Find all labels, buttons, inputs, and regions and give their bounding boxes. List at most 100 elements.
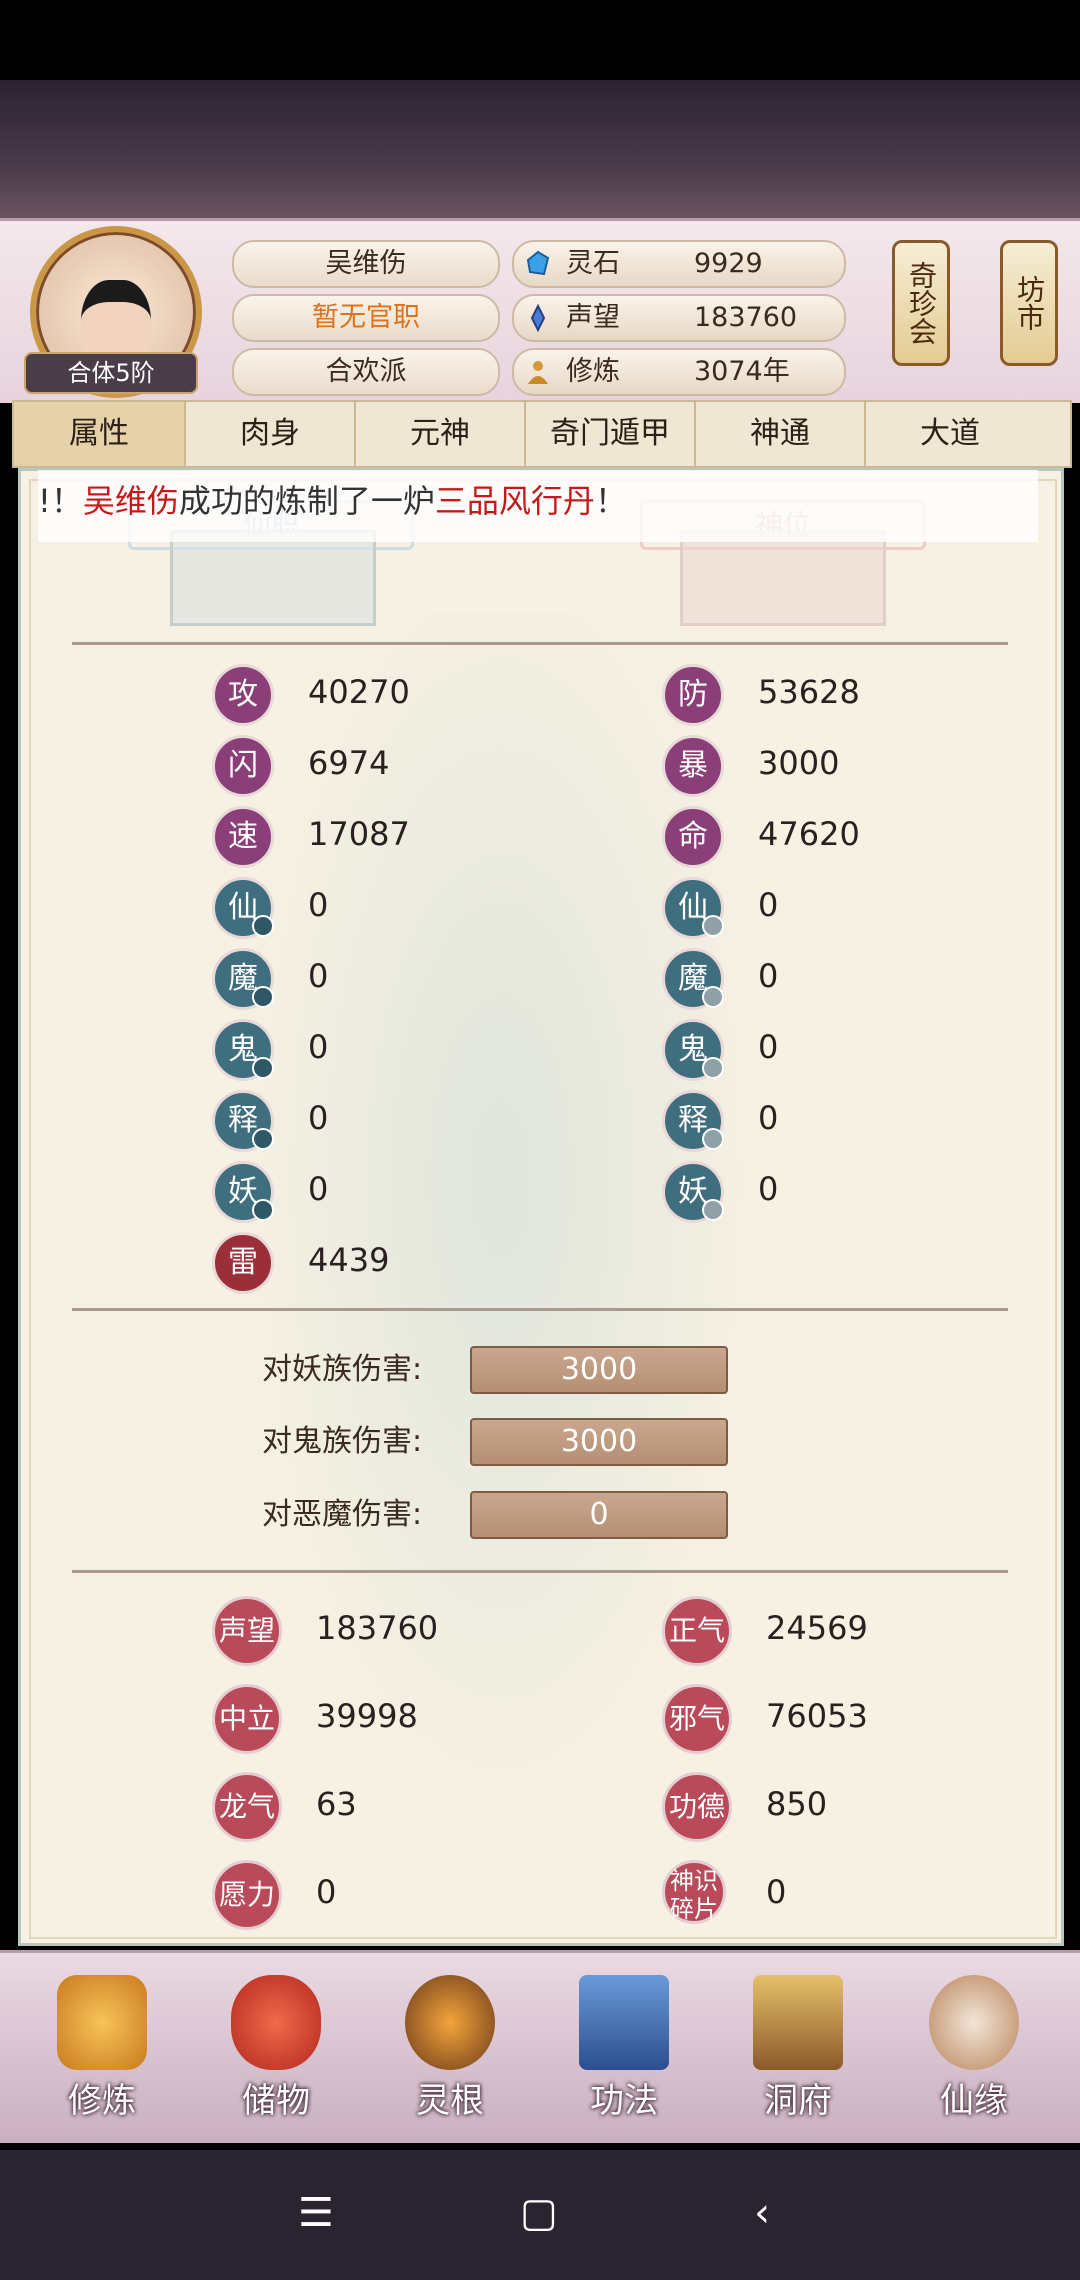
tab-attributes[interactable]: 属性	[14, 402, 186, 466]
attack-marker-icon	[252, 1057, 274, 1079]
slot-divine-rank[interactable]	[680, 530, 886, 626]
tab-dao[interactable]: 大道	[866, 402, 1034, 466]
stat-badge: 攻	[212, 664, 274, 726]
reputation-icon	[530, 304, 546, 332]
nav-label: 灵根	[416, 2081, 484, 2121]
ticker-item: 三品风行丹	[434, 482, 595, 520]
misc-badge: 中立	[212, 1684, 282, 1754]
status-bar	[0, 0, 1080, 80]
tab-body[interactable]: 肉身	[186, 402, 356, 466]
stat-value: 17087	[308, 815, 410, 853]
ticker-suffix: ！	[594, 482, 627, 520]
triskelion-icon	[405, 1975, 495, 2070]
defense-marker-icon	[702, 1057, 724, 1079]
misc-value: 63	[316, 1785, 357, 1823]
nav-techniques[interactable]: 功法	[554, 1965, 694, 2125]
player-name: 吴维伤	[232, 240, 500, 288]
gourd-icon	[929, 1975, 1019, 2070]
top-banner	[0, 80, 1080, 220]
stat-value: 0	[758, 1099, 779, 1137]
stat-value: 4439	[308, 1241, 390, 1279]
attack-marker-icon	[252, 915, 274, 937]
stat-value: 0	[308, 886, 329, 924]
menu-icon[interactable]: ☰	[298, 2190, 334, 2236]
stat-value: 0	[758, 957, 779, 995]
stat-badge: 命	[662, 806, 724, 868]
pavilion-icon	[753, 1975, 843, 2070]
home-icon[interactable]: ▢	[520, 2190, 558, 2236]
tab-soul[interactable]: 元神	[356, 402, 526, 466]
damage-value: 3000	[470, 1418, 728, 1466]
tab-bar: 属性 肉身 元神 奇门遁甲 神通 大道	[12, 400, 1072, 468]
nav-storage[interactable]: 储物	[206, 1965, 346, 2125]
spirit-stone-icon	[526, 250, 550, 276]
stat-value: 0	[758, 1028, 779, 1066]
back-icon[interactable]: ‹	[754, 2190, 770, 2236]
nav-cultivate[interactable]: 修炼	[32, 1965, 172, 2125]
stat-badge: 闪	[212, 735, 274, 797]
resource-value: 3074年	[694, 356, 790, 387]
resource-cultivation: 修炼 3074年	[512, 348, 846, 396]
misc-value: 24569	[766, 1609, 868, 1647]
divider-bottom	[72, 1570, 1008, 1573]
defense-marker-icon	[702, 986, 724, 1008]
stat-value: 0	[308, 1099, 329, 1137]
lantern-rare-treasure[interactable]: 奇珍会	[892, 240, 950, 366]
damage-value: 3000	[470, 1346, 728, 1394]
divider-middle	[72, 1308, 1008, 1311]
slot-immortal-office[interactable]	[170, 530, 376, 626]
nav-label: 功法	[590, 2081, 658, 2121]
resource-reputation: 声望 183760	[512, 294, 846, 342]
damage-label: 对鬼族伤害:	[262, 1424, 423, 1459]
stat-value: 0	[308, 1028, 329, 1066]
ticker-player-name: 吴维伤	[82, 482, 179, 520]
misc-badge: 愿力	[212, 1860, 282, 1930]
stat-value: 0	[758, 1170, 779, 1208]
misc-value: 0	[766, 1873, 787, 1911]
misc-badge: 功德	[662, 1772, 732, 1842]
stat-value: 0	[758, 886, 779, 924]
defense-marker-icon	[702, 1128, 724, 1150]
misc-value: 183760	[316, 1609, 439, 1647]
stat-value: 0	[308, 1170, 329, 1208]
stat-badge: 防	[662, 664, 724, 726]
resource-value: 9929	[694, 248, 763, 279]
stat-value: 53628	[758, 673, 860, 711]
lantern-market[interactable]: 坊市	[1000, 240, 1058, 366]
nav-label: 仙缘	[940, 2081, 1008, 2121]
player-rank: 合体5阶	[24, 352, 198, 394]
resource-label: 修炼	[566, 356, 620, 387]
attack-marker-icon	[252, 1128, 274, 1150]
book-icon	[579, 1975, 669, 2070]
misc-value: 39998	[316, 1697, 418, 1735]
nav-fate[interactable]: 仙缘	[904, 1965, 1044, 2125]
character-art-background	[221, 611, 781, 1871]
tab-abilities[interactable]: 神通	[696, 402, 866, 466]
nav-label: 洞府	[764, 2081, 832, 2121]
misc-badge: 神识碎片	[662, 1860, 726, 1924]
nav-spirit-root[interactable]: 灵根	[380, 1965, 520, 2125]
ticker-prefix: !！	[38, 482, 83, 520]
event-ticker: !！吴维伤成功的炼制了一炉三品风行丹！	[38, 470, 1038, 542]
stat-badge: 速	[212, 806, 274, 868]
damage-label: 对恶魔伤害:	[262, 1497, 423, 1532]
nav-cave[interactable]: 洞府	[728, 1965, 868, 2125]
damage-value: 0	[470, 1491, 728, 1539]
monk-icon	[57, 1975, 147, 2070]
tab-qimen[interactable]: 奇门遁甲	[526, 402, 696, 466]
player-office[interactable]: 暂无官职	[232, 294, 500, 342]
resource-value: 183760	[694, 302, 798, 333]
defense-marker-icon	[702, 915, 724, 937]
misc-badge: 邪气	[662, 1684, 732, 1754]
misc-value: 76053	[766, 1697, 868, 1735]
resource-label: 声望	[566, 302, 620, 333]
misc-badge: 正气	[662, 1596, 732, 1666]
misc-badge: 龙气	[212, 1772, 282, 1842]
damage-label: 对妖族伤害:	[262, 1352, 423, 1387]
nav-label: 储物	[242, 2081, 310, 2121]
attribute-panel	[18, 468, 1064, 1946]
nav-label: 修炼	[68, 2081, 136, 2121]
stat-value: 0	[308, 957, 329, 995]
stat-badge: 雷	[212, 1232, 274, 1294]
player-sect[interactable]: 合欢派	[232, 348, 500, 396]
